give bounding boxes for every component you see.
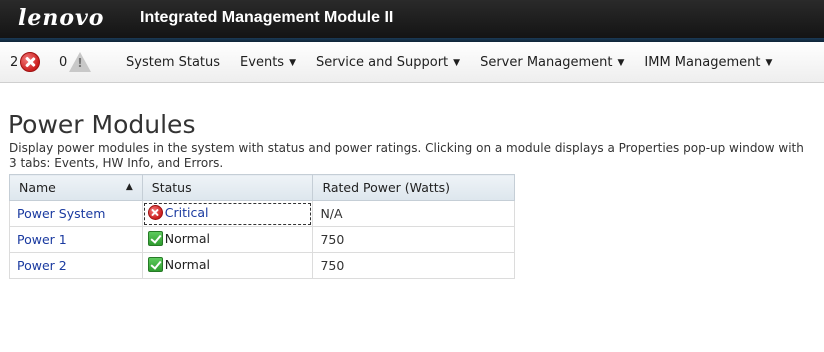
error-icon <box>20 52 41 72</box>
sort-ascending-icon: ▲ <box>125 182 133 192</box>
module-name-link[interactable]: Power System <box>9 200 143 227</box>
column-header-status[interactable]: Status <box>141 174 314 201</box>
column-header-name[interactable]: Name ▲ <box>9 174 143 201</box>
check-icon <box>147 230 163 246</box>
app-title: Integrated Management Module II <box>140 9 394 26</box>
column-header-rated-power[interactable]: Rated Power (Watts) <box>312 174 515 201</box>
module-name-link[interactable]: Power 1 <box>9 226 143 253</box>
nav-service-and-support[interactable]: Service and Support ▼ <box>316 55 460 70</box>
nav-label: IMM Management <box>644 55 761 70</box>
table-header-row: Name ▲ Status Rated Power (Watts) <box>9 174 515 201</box>
main-menu: System Status Events ▼ Service and Suppor… <box>126 55 792 70</box>
status-cell: Normal <box>141 252 314 279</box>
chevron-down-icon: ▼ <box>453 58 461 68</box>
table-row[interactable]: Power 1 Normal 750 <box>9 226 515 253</box>
rated-power-cell: N/A <box>312 200 515 227</box>
rated-power-cell: 750 <box>312 226 515 253</box>
error-count: 2 <box>10 54 19 70</box>
nav-bar: 2 0 ! System Status Events ▼ Service and … <box>0 42 824 83</box>
nav-label: Service and Support <box>315 55 449 70</box>
chevron-down-icon: ▼ <box>289 58 296 68</box>
chevron-down-icon: ▼ <box>617 58 625 68</box>
nav-imm-management[interactable]: IMM Management ▼ <box>644 55 772 70</box>
error-alert-indicator[interactable]: 2 <box>10 52 41 72</box>
nav-system-status[interactable]: System Status <box>126 55 220 70</box>
column-label: Rated Power (Watts) <box>322 180 451 195</box>
top-banner: lenovo Integrated Management Module II <box>0 0 824 38</box>
status-text: Normal <box>164 256 210 272</box>
rated-power-cell: 750 <box>312 252 515 279</box>
nav-events[interactable]: Events ▼ <box>240 55 296 70</box>
critical-icon <box>147 204 163 220</box>
status-cell[interactable]: Critical <box>141 200 314 227</box>
page-title: Power Modules <box>8 110 196 139</box>
table-row[interactable]: Power 2 Normal 750 <box>9 252 515 279</box>
nav-server-management[interactable]: Server Management ▼ <box>480 55 624 70</box>
table-row[interactable]: Power System Critical N/A <box>9 200 515 227</box>
warning-alert-indicator[interactable]: 0 ! <box>59 52 92 72</box>
status-text[interactable]: Critical <box>165 205 209 220</box>
check-icon <box>147 256 163 272</box>
warning-icon: ! <box>69 52 92 72</box>
lenovo-logo: lenovo <box>18 5 105 31</box>
page-description: Display power modules in the system with… <box>9 141 804 170</box>
status-text: Normal <box>164 230 210 246</box>
column-label: Status <box>151 180 192 195</box>
module-name-link[interactable]: Power 2 <box>9 252 143 279</box>
column-label: Name <box>19 180 56 195</box>
nav-label: Server Management <box>480 55 613 70</box>
chevron-down-icon: ▼ <box>765 58 773 68</box>
status-cell: Normal <box>141 226 314 253</box>
nav-label: System Status <box>126 55 221 70</box>
nav-label: Events <box>240 55 285 70</box>
power-modules-table: Name ▲ Status Rated Power (Watts) Power S… <box>9 174 515 279</box>
warning-count: 0 <box>59 54 68 70</box>
